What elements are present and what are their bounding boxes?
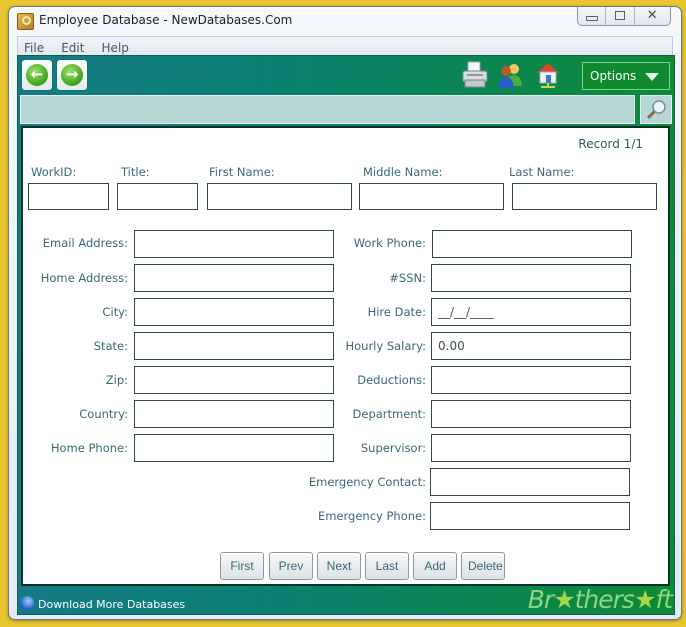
hourly-salary-input[interactable] [431,332,631,360]
menu-bar: File Edit Help [17,36,673,55]
middle-name-input[interactable] [359,183,504,210]
search-bar [20,95,635,124]
hourly-salary-label: Hourly Salary: [345,339,426,353]
title-label: Title: [121,165,150,179]
search-icon [647,100,666,119]
star-icon: ★ [633,585,656,614]
chevron-down-icon [645,73,659,81]
ssn-input[interactable] [431,264,631,292]
watermark-part-1: Br [527,585,554,614]
hire-date-input[interactable] [431,298,631,326]
home-address-input[interactable] [134,264,334,292]
department-label: Department: [352,407,426,421]
window-title: Employee Database - NewDatabases.Com [39,13,293,27]
watermark-part-3: ft [655,585,673,614]
city-label: City: [102,305,128,319]
deductions-input[interactable] [431,366,631,394]
city-input[interactable] [134,298,334,326]
state-label: State: [93,339,128,353]
options-dropdown[interactable]: Options [582,62,670,90]
brothersoft-watermark: Br★thers★ft [527,585,673,614]
last-name-input[interactable] [512,183,657,210]
menu-help[interactable]: Help [96,39,135,55]
department-input[interactable] [431,400,631,428]
record-counter: Record 1/1 [578,137,643,151]
app-key-icon [17,13,34,30]
last-name-label: Last Name: [509,165,575,179]
minimize-button[interactable] [578,7,607,25]
deductions-label: Deductions: [357,373,426,387]
first-button[interactable]: First [220,552,264,580]
next-button[interactable]: Next [317,552,361,580]
search-input[interactable] [21,96,634,123]
search-button[interactable] [640,95,672,124]
app-content: ← → Options Record 1/1 WorkID: Title: Fi… [17,55,675,615]
caption-buttons: ✕ [577,7,671,26]
menu-file[interactable]: File [18,39,50,55]
first-name-label: First Name: [209,165,275,179]
app-window: Employee Database - NewDatabases.Com ✕ F… [8,6,682,620]
supervisor-input[interactable] [431,434,631,462]
country-input[interactable] [134,400,334,428]
users-icon[interactable] [495,60,525,90]
home-phone-input[interactable] [134,434,334,462]
middle-name-label: Middle Name: [363,165,443,179]
title-bar: Employee Database - NewDatabases.Com ✕ [9,7,681,35]
first-name-input[interactable] [207,183,352,210]
star-icon: ★ [553,585,575,614]
ssn-label: #SSN: [389,271,426,285]
options-label: Options [590,69,637,83]
close-button[interactable]: ✕ [635,7,670,25]
email-input[interactable] [134,230,334,258]
arrow-left-icon: ← [26,64,48,86]
email-label: Email Address: [42,236,128,250]
home-address-label: Home Address: [40,271,128,285]
title-input[interactable] [117,183,198,210]
printer-icon[interactable] [460,60,490,90]
emergency-phone-label: Emergency Phone: [317,509,426,523]
globe-icon [20,596,34,610]
last-button[interactable]: Last [365,552,409,580]
maximize-button[interactable] [606,7,635,25]
watermark-part-2: thers [574,585,635,614]
employee-form: Record 1/1 WorkID: Title: First Name: Mi… [21,126,670,586]
emergency-phone-input[interactable] [430,502,630,530]
prev-button[interactable]: Prev [269,552,313,580]
add-button[interactable]: Add [413,552,457,580]
work-phone-label: Work Phone: [353,236,426,250]
home-phone-label: Home Phone: [50,441,128,455]
hire-date-label: Hire Date: [367,305,426,319]
work-phone-input[interactable] [432,230,632,258]
workid-label: WorkID: [31,165,77,179]
back-button[interactable]: ← [22,60,52,90]
workid-input[interactable] [28,183,109,210]
zip-label: Zip: [105,373,128,387]
zip-input[interactable] [134,366,334,394]
home-network-icon[interactable] [533,60,563,90]
state-input[interactable] [134,332,334,360]
emergency-contact-label: Emergency Contact: [308,475,426,489]
forward-button[interactable]: → [57,60,87,90]
download-more-databases-link[interactable]: Download More Databases [38,598,185,611]
emergency-contact-input[interactable] [430,468,630,496]
menu-edit[interactable]: Edit [55,39,90,55]
supervisor-label: Supervisor: [360,441,426,455]
country-label: Country: [79,407,128,421]
delete-button[interactable]: Delete [461,552,505,580]
arrow-right-icon: → [61,64,83,86]
